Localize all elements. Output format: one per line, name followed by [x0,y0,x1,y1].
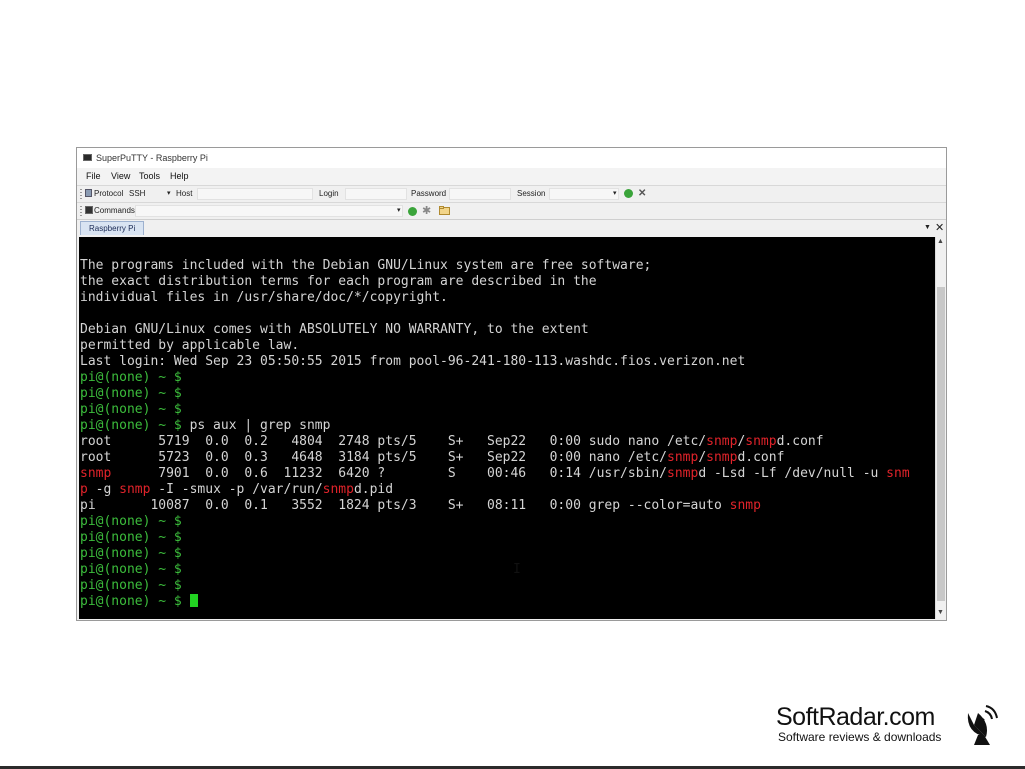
menu-help[interactable]: Help [168,170,191,182]
terminal-output: The programs included with the Debian GN… [80,258,910,610]
terminal-text: d.conf [776,434,824,449]
terminal-text: permitted by applicable law. [80,338,300,353]
grep-match: snm [886,466,910,481]
tab-close-icon[interactable]: ✕ [935,221,944,234]
tab-strip: Raspberry Pi ▼ ✕ [77,219,946,236]
terminal-text: Last login: Wed Sep 23 05:50:55 2015 fro… [80,354,746,369]
grep-match: snmp [80,466,112,481]
terminal-text: d.conf [737,450,785,465]
host-label: Host [176,189,193,198]
protocol-select[interactable]: SSH [129,189,145,198]
login-label: Login [319,189,339,198]
chevron-down-icon[interactable]: ▾ [397,206,401,214]
grep-match: snmp [706,450,738,465]
shell-prompt: pi@(none) ~ $ [80,418,182,433]
shell-prompt: pi@(none) ~ $ [80,562,182,577]
menu-tools[interactable]: Tools [137,170,162,182]
menu-bar: File View Tools Help [77,168,946,185]
terminal-text: pi 10087 0.0 0.1 3552 1824 pts/3 S+ 08:1… [80,498,730,513]
close-icon[interactable]: ✕ [638,189,646,199]
host-input[interactable] [197,188,313,200]
window-title: SuperPuTTY - Raspberry Pi [96,153,208,163]
grep-match: snmp [119,482,151,497]
terminal-icon [85,206,93,216]
connection-toolbar: Protocol SSH ▾ Host Login Password Sessi… [77,185,946,203]
commands-toolbar: Commands ▾ ✱ [77,202,946,220]
terminal-text: the exact distribution terms for each pr… [80,274,597,289]
app-icon [83,154,92,161]
session-label: Session [517,189,546,198]
terminal-text: ps aux | grep snmp [181,418,331,433]
password-input[interactable] [449,188,511,200]
terminal-cursor [189,594,198,607]
scroll-up-icon[interactable]: ▲ [937,238,944,245]
commands-input[interactable] [135,205,403,217]
terminal-pane[interactable]: The programs included with the Debian GN… [79,237,935,619]
terminal-text: -g [87,482,120,497]
protocol-label: Protocol [94,189,124,198]
shell-prompt: pi@(none) ~ $ [80,402,182,417]
toolbar-grip[interactable] [80,189,82,200]
shell-prompt: pi@(none) ~ $ [80,514,182,529]
grep-match: snmp [706,434,738,449]
grep-match: snmp [729,498,761,513]
tab-list-chevron-icon[interactable]: ▼ [924,224,931,231]
mouse-ibeam-cursor-icon: I [513,562,521,577]
scroll-thumb[interactable] [937,287,945,601]
vertical-scrollbar[interactable]: ▲ ▼ [935,237,946,619]
grep-match: snmp [667,466,699,481]
logo-tagline: Software reviews & downloads [778,730,942,744]
grep-match: snmp [667,450,699,465]
shell-prompt: pi@(none) ~ $ [80,546,182,561]
menu-file[interactable]: File [84,170,103,182]
superputty-window: SuperPuTTY - Raspberry Pi File View Tool… [76,147,947,621]
terminal-text: individual files in /usr/share/doc/*/cop… [80,290,448,305]
terminal-text: root 5719 0.0 0.2 4804 2748 pts/5 S+ Sep… [80,434,707,449]
scroll-down-icon[interactable]: ▼ [937,609,944,616]
softradar-logo: SoftRadar.com Software reviews & downloa… [776,703,998,747]
shell-prompt: pi@(none) ~ $ [80,530,182,545]
send-command-icon[interactable] [408,207,417,216]
menu-view[interactable]: View [109,170,132,182]
session-select[interactable] [549,188,619,200]
terminal-text: d -Lsd -Lf /dev/null -u [698,466,887,481]
grep-match: snmp [322,482,354,497]
protocol-icon [85,189,92,199]
login-input[interactable] [345,188,407,200]
folder-icon[interactable] [439,206,450,217]
terminal-text: root 5723 0.0 0.3 4648 3184 pts/5 S+ Sep… [80,450,667,465]
terminal-text: 7901 0.0 0.6 11232 6420 ? S 00:46 0:14 /… [111,466,668,481]
shell-prompt: pi@(none) ~ $ [80,386,182,401]
title-bar: SuperPuTTY - Raspberry Pi [77,148,946,168]
toolbar-grip[interactable] [80,206,82,217]
shell-prompt: pi@(none) ~ $ [80,370,182,385]
shell-prompt: pi@(none) ~ $ [80,594,190,609]
terminal-text: The programs included with the Debian GN… [80,258,652,273]
connect-icon[interactable] [624,189,633,198]
terminal-text: d.pid [353,482,394,497]
settings-gear-icon[interactable]: ✱ [422,204,431,217]
password-label: Password [411,189,447,198]
chevron-down-icon[interactable]: ▾ [613,189,617,197]
terminal-text: / [698,450,707,465]
terminal-text: -I -smux -p /var/run/ [150,482,323,497]
satellite-dish-icon [967,705,998,745]
grep-match: snmp [745,434,777,449]
logo-name: SoftRadar.com [776,703,935,731]
commands-label: Commands [94,206,135,215]
terminal-text: Debian GNU/Linux comes with ABSOLUTELY N… [80,322,589,337]
tab-raspberry-pi[interactable]: Raspberry Pi [80,221,145,235]
grep-match: p [80,482,88,497]
shell-prompt: pi@(none) ~ $ [80,578,182,593]
chevron-down-icon[interactable]: ▾ [167,189,171,197]
